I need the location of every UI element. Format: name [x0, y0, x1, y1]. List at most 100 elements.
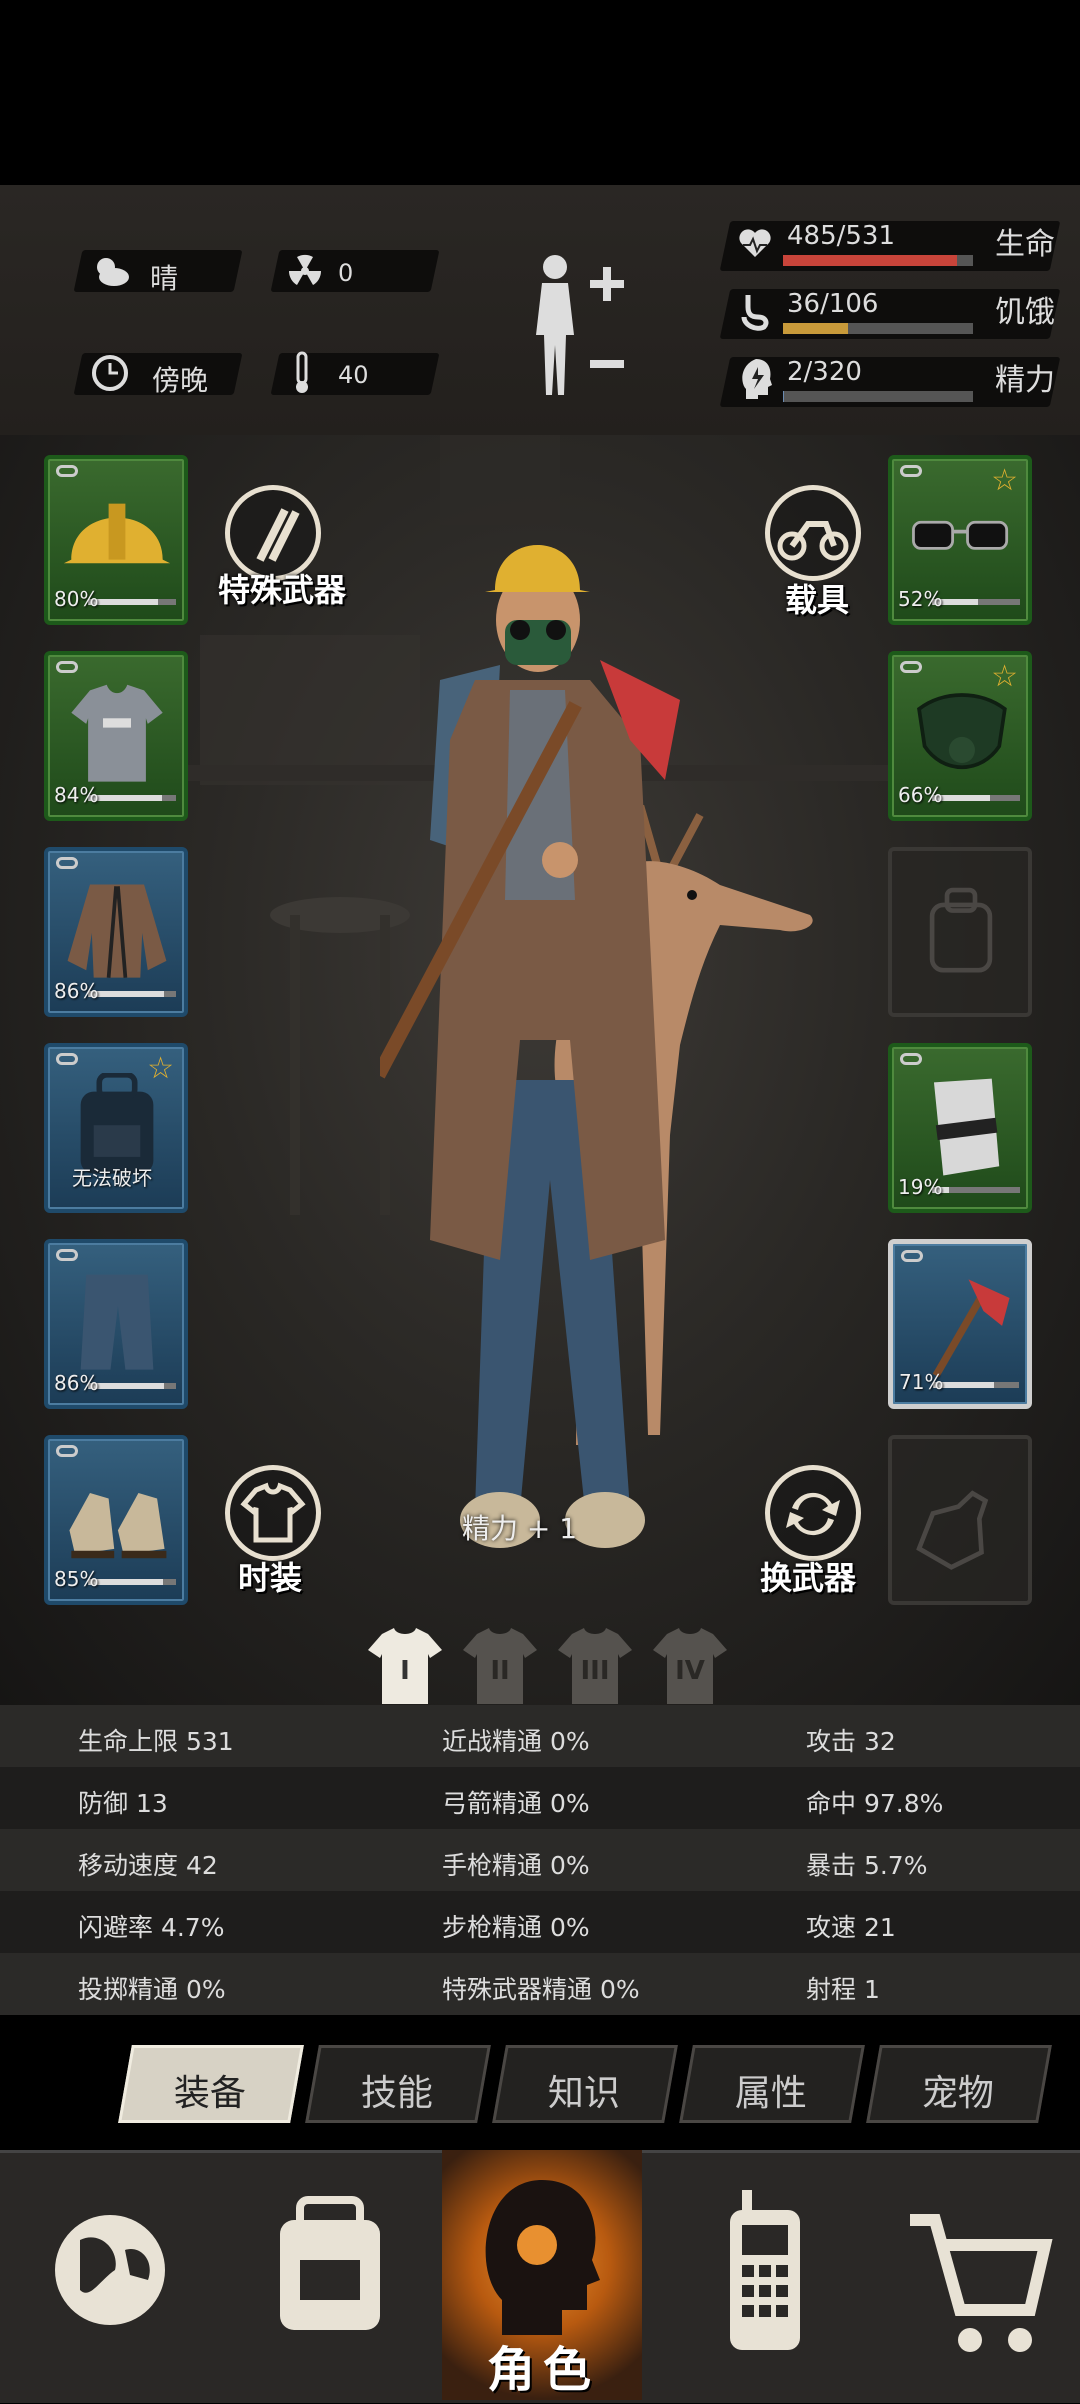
durability-text: 无法破坏: [72, 1166, 152, 1190]
equip-slot-sneakers[interactable]: 85%: [44, 1435, 188, 1605]
tab-label: 属性: [734, 2073, 807, 2114]
stat-row: 投掷精通 0% 特殊武器精通 0% 射程 1: [0, 1953, 1080, 2015]
shoe-bonus-text: 精力 + 1: [462, 1512, 578, 1545]
hunger-label: 饥饿: [995, 295, 1055, 330]
bandage-roll-icon: [902, 1073, 1020, 1183]
nav-world-map[interactable]: [30, 2150, 190, 2400]
stat-row: 生命上限 531 近战精通 0% 攻击 32: [0, 1705, 1080, 1767]
costume-button[interactable]: [225, 1465, 321, 1561]
swap-arrows-icon: [786, 1492, 840, 1536]
durability-bar: [932, 1187, 1020, 1193]
body-status-button[interactable]: [520, 245, 630, 405]
health-bar: [783, 255, 973, 266]
clock-icon: [90, 353, 130, 393]
stat-value: 暴击 5.7%: [806, 1851, 928, 1880]
energy-bar: [783, 391, 973, 402]
equip-slot-coat[interactable]: 86%: [44, 847, 188, 1017]
jeans-icon: [58, 1269, 176, 1379]
outfit-set-2[interactable]: II: [455, 1620, 545, 1710]
link-icon: [900, 465, 922, 477]
link-icon: [56, 1053, 78, 1065]
stat-value: 移动速度 42: [78, 1851, 218, 1880]
tab-label: 知识: [547, 2073, 620, 2114]
energy-label: 精力: [995, 363, 1055, 398]
tab-0[interactable]: 装备: [118, 2045, 304, 2123]
nav-shop[interactable]: [890, 2150, 1060, 2400]
outfit-set-3[interactable]: III: [550, 1620, 640, 1710]
nav-radio[interactable]: [680, 2150, 840, 2400]
equip-slot-fire-axe[interactable]: 71%: [888, 1239, 1032, 1409]
hunger-text: 36/106: [787, 289, 879, 319]
stat-value: 攻速 21: [806, 1913, 896, 1942]
costume-shirt-icon: [240, 1482, 306, 1543]
stat-value: 命中 97.8%: [806, 1789, 944, 1818]
stat-value: 手枪精通 0%: [442, 1851, 590, 1880]
equip-slot-empty-pack[interactable]: [888, 847, 1032, 1017]
sneakers-icon: [58, 1465, 176, 1575]
equip-slot-bandage-roll[interactable]: 19%: [888, 1043, 1032, 1213]
weather-text: 晴: [150, 262, 179, 295]
character-scene: 80% 84% 86% ☆ 无法破坏 86% 85% ☆ 52% ☆ 66% 19% 71% 特殊武器…: [0, 435, 1080, 1705]
stat-row: 闪避率 4.7% 步枪精通 0% 攻速 21: [0, 1891, 1080, 1953]
outfit-set-1[interactable]: I: [360, 1620, 450, 1710]
durability-text: 19%: [898, 1175, 943, 1199]
stat-value: 弓箭精通 0%: [442, 1789, 590, 1818]
coat-icon: [58, 877, 176, 987]
tab-2[interactable]: 知识: [492, 2045, 678, 2123]
switch-weapon-button[interactable]: [765, 1465, 861, 1561]
stat-value: 闪避率 4.7%: [78, 1913, 225, 1942]
stats-table: 生命上限 531 近战精通 0% 攻击 32 防御 13 弓箭精通 0% 命中 97.8%…: [0, 1705, 1080, 2017]
tab-label: 技能: [360, 2073, 433, 2114]
tab-1[interactable]: 技能: [305, 2045, 491, 2123]
status-panel: 晴 0 傍晚 40 485/531 生命 36/106 饥饿 2/320 精力: [0, 185, 1080, 438]
motorcycle-icon: [777, 521, 849, 561]
special-weapon-label: 特殊武器: [218, 571, 347, 609]
outfit-set-label: II: [490, 1656, 510, 1686]
link-icon: [56, 465, 78, 477]
heart-icon: [735, 223, 775, 263]
link-icon: [56, 1445, 78, 1457]
durability-text: 86%: [54, 1371, 99, 1395]
health-text: 485/531: [787, 221, 896, 251]
stat-value: 防御 13: [78, 1789, 168, 1818]
durability-text: 84%: [54, 783, 99, 807]
equip-slot-tshirt[interactable]: 84%: [44, 651, 188, 821]
stat-value: 生命上限 531: [78, 1727, 234, 1756]
equip-slot-empty-bottle[interactable]: [888, 1435, 1032, 1605]
vehicle-label: 载具: [785, 581, 850, 619]
equip-slot-gas-mask[interactable]: ☆ 66%: [888, 651, 1032, 821]
hard-hat-icon: [58, 485, 176, 595]
survivor-character: [380, 545, 680, 1548]
tab-label: 宠物: [921, 2073, 994, 2114]
stat-value: 投掷精通 0%: [78, 1975, 226, 2004]
thermometer-icon: [290, 351, 314, 395]
equip-slot-hard-hat[interactable]: 80%: [44, 455, 188, 625]
stat-row: 移动速度 42 手枪精通 0% 暴击 5.7%: [0, 1829, 1080, 1891]
stat-value: 近战精通 0%: [442, 1727, 590, 1756]
tab-4[interactable]: 宠物: [866, 2045, 1052, 2123]
durability-text: 71%: [899, 1370, 944, 1394]
link-icon: [56, 1249, 78, 1261]
outfit-set-4[interactable]: IV: [645, 1620, 735, 1710]
durability-bar: [88, 795, 176, 801]
outfit-set-label: III: [580, 1656, 610, 1686]
equip-slot-backpack[interactable]: ☆ 无法破坏: [44, 1043, 188, 1213]
durability-text: 85%: [54, 1567, 99, 1591]
equip-slot-glasses[interactable]: ☆ 52%: [888, 455, 1032, 625]
equip-slot-jeans[interactable]: 86%: [44, 1239, 188, 1409]
fire-axe-icon: [903, 1270, 1021, 1380]
stat-value: 步枪精通 0%: [442, 1913, 590, 1942]
stat-value: 攻击 32: [806, 1727, 896, 1756]
backpack-icon: [280, 2196, 380, 2330]
stomach-icon: [738, 291, 774, 331]
tab-3[interactable]: 属性: [679, 2045, 865, 2123]
stat-row: 防御 13 弓箭精通 0% 命中 97.8%: [0, 1767, 1080, 1829]
costume-label: 时装: [238, 1559, 303, 1597]
empty-bottle-icon: [902, 1465, 1020, 1575]
nav-character[interactable]: 角色: [442, 2150, 642, 2400]
vehicle-button[interactable]: [765, 485, 861, 581]
link-icon: [901, 1250, 923, 1262]
stat-value: 特殊武器精通 0%: [442, 1975, 640, 2004]
link-icon: [900, 1053, 922, 1065]
nav-backpack[interactable]: [240, 2150, 420, 2400]
